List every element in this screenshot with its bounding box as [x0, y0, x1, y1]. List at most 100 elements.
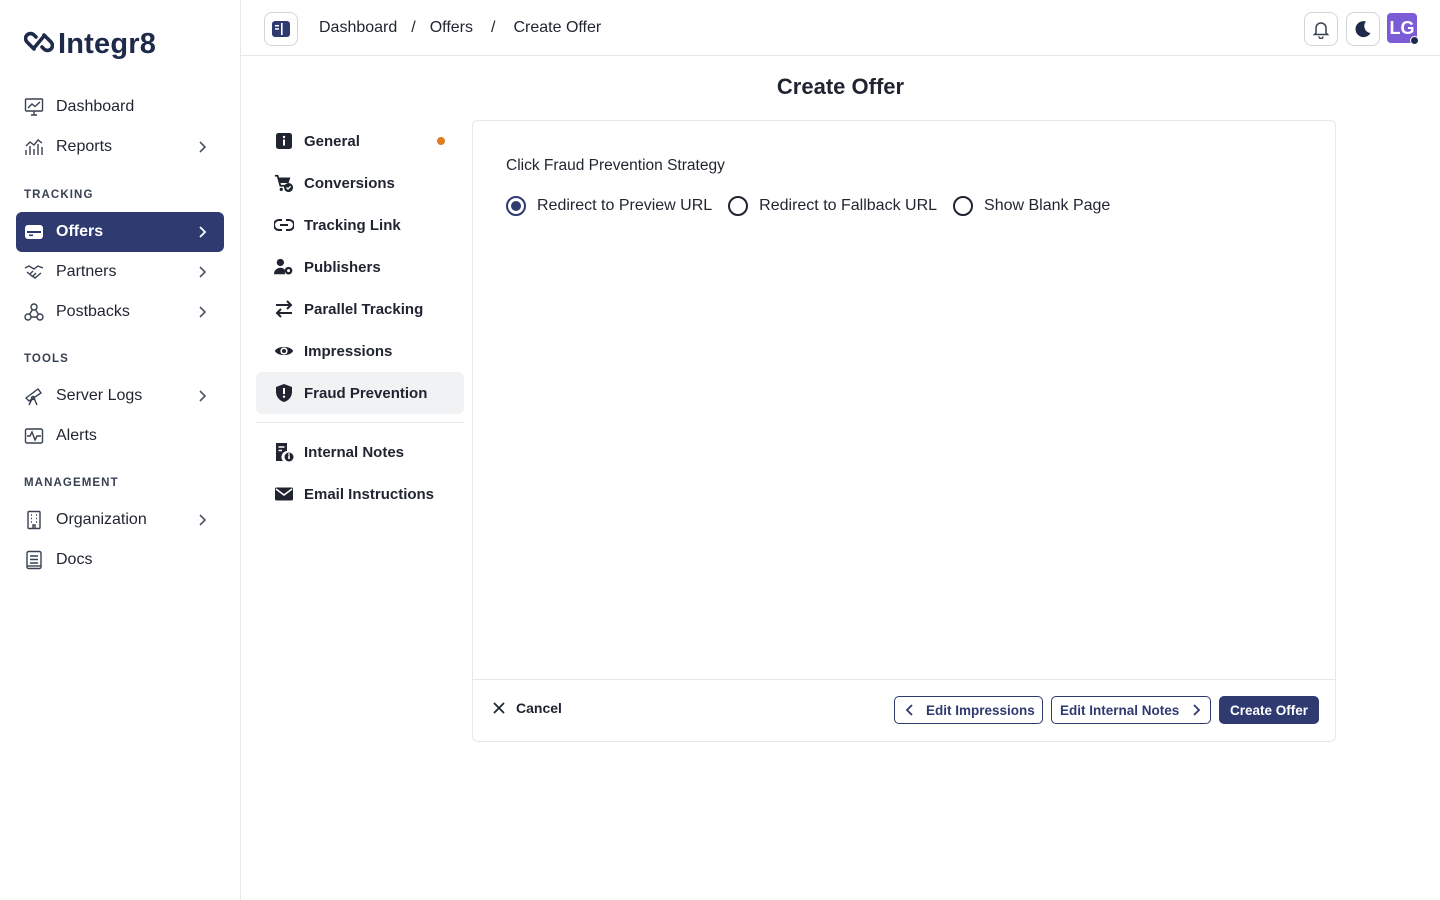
breadcrumb: Dashboard / Offers / Create Offer: [319, 19, 601, 37]
orange-dot: [437, 137, 445, 145]
sidebar-item-label: Offers: [56, 223, 104, 240]
building-icon: [24, 510, 44, 530]
document-icon: [24, 550, 44, 570]
radio-label: Show Blank Page: [984, 197, 1111, 214]
section-conversions[interactable]: Conversions: [256, 162, 464, 204]
sidebar: Integr8 Dashboard Reports TRACKING Offer…: [0, 0, 241, 900]
avatar-initials: LG: [1389, 17, 1415, 38]
edit-internal-notes-label: Edit Internal Notes: [1060, 702, 1180, 718]
breadcrumb-offers[interactable]: Offers: [430, 19, 473, 37]
breadcrumb-separator: /: [411, 19, 416, 36]
section-label: Internal Notes: [304, 443, 405, 461]
sidebar-item-label: Reports: [56, 138, 113, 155]
sidebar-item-alerts[interactable]: Alerts: [16, 416, 224, 456]
section-label-management: MANAGEMENT: [24, 477, 119, 489]
edit-impressions-button[interactable]: Edit Impressions: [894, 696, 1043, 724]
chevron-right-icon: [1193, 704, 1201, 716]
notes-icon: [274, 442, 294, 462]
section-fraud-prevention[interactable]: Fraud Prevention: [256, 372, 464, 414]
brand-name: Integr8: [58, 28, 157, 60]
sidebar-item-reports[interactable]: Reports: [16, 127, 224, 167]
arrows-swap-icon: [274, 299, 294, 319]
edit-internal-notes-button[interactable]: Edit Internal Notes: [1051, 696, 1211, 724]
breadcrumb-dashboard[interactable]: Dashboard: [319, 19, 397, 37]
sidebar-item-label: Alerts: [56, 427, 97, 444]
status-dot: [1410, 36, 1419, 45]
fraud-strategy-radio-group: Redirect to Preview URL Redirect to Fall…: [506, 196, 1126, 216]
page-title: Create Offer: [776, 74, 905, 99]
bar-chart-icon: [24, 137, 44, 157]
telescope-icon: [24, 386, 44, 406]
cart-check-icon: [274, 173, 294, 193]
section-internal-notes[interactable]: Internal Notes: [256, 431, 464, 473]
section-label-tracking: TRACKING: [24, 189, 94, 201]
section-email-instructions[interactable]: Email Instructions: [256, 473, 464, 515]
section-label-tools: TOOLS: [24, 353, 69, 365]
users-gear-icon: [274, 257, 294, 277]
section-label: Fraud Prevention: [304, 384, 428, 402]
handshake-icon: [24, 262, 44, 282]
sidebar-item-docs[interactable]: Docs: [16, 540, 224, 580]
section-tracking-link[interactable]: Tracking Link: [256, 204, 464, 246]
top-header: Dashboard / Offers / Create Offer LG: [241, 0, 1440, 56]
form-card: Click Fraud Prevention Strategy Redirect…: [472, 120, 1336, 742]
close-icon: [493, 702, 505, 714]
radio-show-blank[interactable]: Show Blank Page: [953, 196, 1110, 216]
sidebar-item-label: Docs: [56, 551, 93, 568]
sidebar-item-offers[interactable]: Offers: [16, 212, 224, 252]
sidebar-item-dashboard[interactable]: Dashboard: [16, 87, 224, 127]
chevron-right-icon: [199, 226, 207, 238]
radio-circle[interactable]: [506, 196, 526, 216]
section-label: Conversions: [304, 174, 395, 192]
webhook-icon: [24, 302, 44, 322]
fraud-strategy-label: Click Fraud Prevention Strategy: [506, 157, 725, 174]
radio-label: Redirect to Fallback URL: [759, 197, 938, 214]
chart-screen-icon: [24, 97, 44, 117]
bell-icon: [1312, 22, 1330, 39]
info-icon: [274, 131, 294, 151]
section-general[interactable]: General: [256, 120, 464, 162]
user-avatar[interactable]: LG: [1387, 13, 1419, 45]
radio-redirect-preview[interactable]: Redirect to Preview URL: [506, 196, 712, 216]
radio-circle[interactable]: [728, 196, 749, 216]
sidebar-item-label: Dashboard: [56, 98, 135, 115]
form-footer: Cancel Edit Impressions Edit Internal No…: [473, 679, 1335, 741]
moon-icon: [1355, 21, 1371, 38]
chevron-right-icon: [199, 141, 207, 153]
sidebar-item-postbacks[interactable]: Postbacks: [16, 292, 224, 332]
create-offer-button[interactable]: Create Offer: [1219, 696, 1319, 724]
edit-impressions-label: Edit Impressions: [926, 702, 1035, 718]
chevron-right-icon: [199, 514, 207, 526]
pulse-icon: [24, 426, 44, 446]
breadcrumb-current: Create Offer: [513, 19, 602, 36]
theme-toggle-button[interactable]: [1346, 12, 1380, 46]
section-label: General: [304, 132, 360, 150]
chevron-right-icon: [199, 390, 207, 402]
sidebar-toggle-button[interactable]: [264, 12, 298, 46]
section-label: Impressions: [304, 342, 393, 360]
shield-icon: [274, 383, 294, 403]
brand-logo[interactable]: Integr8: [23, 28, 157, 61]
cancel-button[interactable]: Cancel: [491, 700, 562, 716]
notifications-button[interactable]: [1304, 12, 1338, 46]
sidebar-item-label: Postbacks: [56, 303, 130, 320]
sidebar-item-server-logs[interactable]: Server Logs: [16, 376, 224, 416]
radio-redirect-fallback[interactable]: Redirect to Fallback URL: [728, 196, 937, 216]
sidebar-item-partners[interactable]: Partners: [16, 252, 224, 292]
section-label: Publishers: [304, 258, 381, 276]
chevron-right-icon: [199, 306, 207, 318]
offers-icon: [24, 222, 44, 242]
link-logo-icon: [23, 29, 55, 60]
cancel-label: Cancel: [516, 700, 562, 716]
section-publishers[interactable]: Publishers: [256, 246, 464, 288]
section-divider: [256, 422, 464, 423]
section-label: Tracking Link: [304, 216, 401, 234]
radio-label: Redirect to Preview URL: [537, 197, 713, 214]
sidebar-item-organization[interactable]: Organization: [16, 500, 224, 540]
section-parallel-tracking[interactable]: Parallel Tracking: [256, 288, 464, 330]
section-impressions[interactable]: Impressions: [256, 330, 464, 372]
link-icon: [274, 215, 294, 235]
radio-circle[interactable]: [953, 196, 974, 216]
chevron-left-icon: [905, 704, 913, 716]
envelope-icon: [274, 484, 294, 504]
